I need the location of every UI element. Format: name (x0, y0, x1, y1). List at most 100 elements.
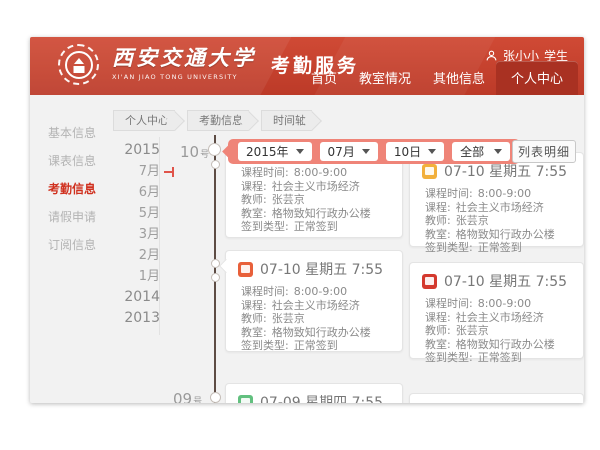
nav-item[interactable]: 首页 (300, 62, 348, 95)
timeline-node (210, 392, 221, 403)
sidebar-item[interactable]: 订阅信息 (30, 231, 116, 259)
nav-item[interactable]: 教室情况 (348, 62, 422, 95)
field-label: 课程时间: (425, 297, 473, 311)
date-filter-select[interactable]: 07月 (320, 142, 378, 161)
field-label: 课程时间: (241, 285, 289, 299)
card-field: 课程时间: 8:00-9:00 (238, 166, 390, 180)
date-filter-select[interactable]: 2015年 (238, 142, 312, 161)
card-field: 课程时间:8:00-9:00 (422, 297, 571, 311)
field-value: 8:00-9:00 (294, 166, 347, 180)
field-label: 课程: (241, 299, 267, 313)
card-header: 07-10 星期五 7:55 (238, 259, 390, 279)
timeline-scale-item[interactable]: 7月 (118, 161, 160, 182)
field-value: 社会主义市场经济 (272, 180, 360, 194)
sidebar-item[interactable]: 考勤信息 (30, 175, 116, 203)
nav-item[interactable]: 个人中心 (496, 61, 578, 95)
chevron-down-icon (494, 149, 502, 154)
breadcrumb-item[interactable]: 考勤信息 (187, 110, 249, 131)
university-emblem (65, 51, 93, 79)
card-field: 签到类型:正常签到 (238, 220, 390, 234)
field-value: 张芸京 (456, 324, 489, 338)
calendar-red-icon (422, 274, 437, 289)
sidebar-item[interactable]: 课表信息 (30, 147, 116, 175)
field-value: 社会主义市场经济 (456, 201, 544, 215)
timeline-scale-item[interactable]: 5月 (118, 203, 160, 224)
nav-item[interactable]: 其他信息 (422, 62, 496, 95)
card-header: 07-10 星期五 7:55 (422, 271, 571, 291)
card-date: 07-10 星期五 7:55 (444, 271, 567, 291)
date-filter-select[interactable]: 全部 (452, 142, 510, 161)
sidebar-menu: 基本信息课表信息考勤信息请假申请订阅信息 (30, 119, 116, 259)
timeline-node (211, 273, 220, 282)
timeline-scale-item[interactable]: 2014 (118, 287, 160, 308)
card-field: 签到类型: 正常签到 (422, 351, 571, 365)
field-label: 签到类型: (241, 339, 289, 353)
timeline-scale-item[interactable]: 2013 (118, 308, 160, 329)
card-field: 教室:格物致知行政办公楼 (238, 207, 390, 221)
timeline-node (208, 143, 221, 156)
timeline-node (211, 160, 220, 169)
field-label: 课程时间: (241, 166, 289, 180)
timeline-scale-item[interactable]: 2015 (118, 140, 160, 161)
calendar-green-icon (238, 395, 253, 404)
card-field: 教师: 张芸京 (238, 193, 390, 207)
attendance-card: 07-10 星期五 7:55 课程时间:8:00-9:00课程: 社会主义市场经济教… (409, 262, 584, 359)
breadcrumb-item[interactable]: 个人中心 (113, 110, 175, 131)
sidebar-item[interactable]: 请假申请 (30, 203, 116, 231)
field-value: 8:00-9:00 (478, 187, 531, 201)
card-field: 课程:社会主义市场经济 (238, 299, 390, 313)
chevron-down-icon (296, 149, 304, 154)
select-value: 2015年 (246, 143, 289, 160)
card-field: 签到类型:正常签到 (422, 241, 571, 255)
card-field: 教师:张芸京 (238, 312, 390, 326)
timeline-scale-item[interactable]: 6月 (118, 182, 160, 203)
card-date: 07-10 星期五 7:55 (444, 161, 567, 181)
field-label: 教师: (425, 214, 451, 228)
card-field: 教室: 格物致知行政办公楼 (422, 228, 571, 242)
card-field: 课程: 社会主义市场经济 (422, 311, 571, 325)
sidebar-item[interactable]: 基本信息 (30, 119, 116, 147)
card-header: 07-10 星期五 7:55 (422, 161, 571, 181)
field-value: 格物致知行政办公楼 (456, 338, 555, 352)
card-date: 07-09 星期四 7:55 (260, 392, 383, 403)
day-number: 09 (173, 390, 192, 403)
main-nav: 首页教室情况其他信息个人中心 (300, 61, 578, 95)
field-value: 正常签到 (478, 351, 522, 365)
field-label: 课程: (425, 311, 451, 325)
date-filter-select[interactable]: 10日 (386, 142, 444, 161)
field-label: 教师: (241, 193, 267, 207)
card-field: 教师:张芸京 (422, 214, 571, 228)
app-header: 西安交通大学 XI'AN JIAO TONG UNIVERSITY 考勤服务 张… (30, 37, 584, 95)
card-field: 教室:格物致知行政办公楼 (422, 338, 571, 352)
timeline-scale: 20157月6月5月3月2月1月20142013 (118, 140, 160, 329)
timeline-scale-item[interactable]: 1月 (118, 266, 160, 287)
timeline-scale-item[interactable]: 2月 (118, 245, 160, 266)
field-value: 张芸京 (272, 193, 305, 207)
app-window: 西安交通大学 XI'AN JIAO TONG UNIVERSITY 考勤服务 张… (30, 37, 584, 403)
screenshot-canvas: 西安交通大学 XI'AN JIAO TONG UNIVERSITY 考勤服务 张… (0, 0, 600, 450)
field-value: 8:00-9:00 (294, 285, 347, 299)
university-name-en: XI'AN JIAO TONG UNIVERSITY (112, 73, 256, 81)
field-label: 签到类型: (425, 351, 473, 365)
card-field: 签到类型:正常签到 (238, 339, 390, 353)
field-label: 教室: (425, 228, 451, 242)
list-detail-button[interactable]: 列表明细 (512, 140, 576, 163)
attendance-card: 07-10 星期五 7:55 课程时间: 8:00-9:00课程:社会主义市场经济教… (225, 250, 403, 352)
field-value: 正常签到 (478, 241, 522, 255)
select-value: 07月 (328, 143, 355, 160)
attendance-card: 07-10 星期五 7:55 课程时间:8:00-9:00课程:社会主义市场经济教… (409, 152, 584, 247)
card-field: 课程时间:8:00-9:00 (422, 187, 571, 201)
card-field: 课程:社会主义市场经济 (422, 201, 571, 215)
day-suffix: 号 (193, 397, 202, 403)
timeline-scale-item[interactable]: 3月 (118, 224, 160, 245)
field-label: 教室: (241, 207, 267, 221)
university-name-cn: 西安交通大学 (112, 48, 256, 69)
field-value: 社会主义市场经济 (456, 311, 544, 325)
breadcrumb-item[interactable]: 时间轴 (261, 110, 312, 131)
field-label: 签到类型: (241, 220, 289, 234)
calendar-orange-icon (238, 262, 253, 277)
field-value: 张芸京 (272, 312, 305, 326)
chevron-down-icon (362, 149, 370, 154)
field-value: 格物致知行政办公楼 (456, 228, 555, 242)
select-value: 10日 (394, 143, 421, 160)
